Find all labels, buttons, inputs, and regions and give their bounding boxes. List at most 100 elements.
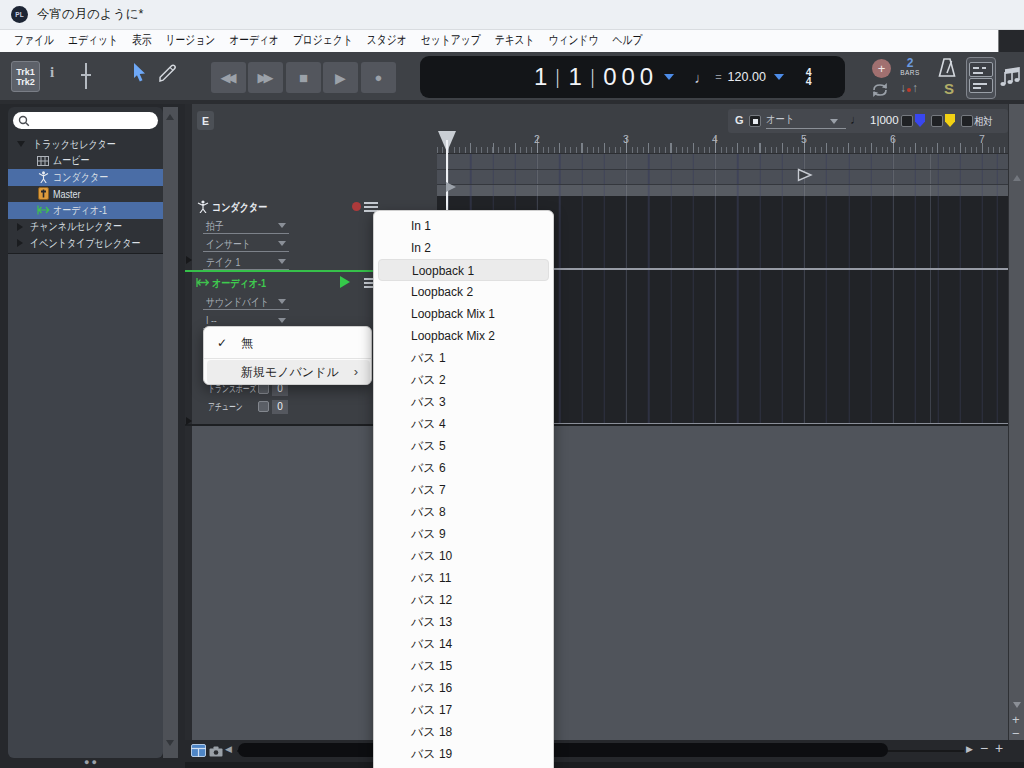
solo-button[interactable]: S bbox=[944, 80, 954, 97]
sidebar-item-3[interactable]: オーディオ-1 bbox=[8, 202, 163, 219]
submenu-item-15[interactable]: バス 10 bbox=[374, 545, 553, 567]
scroll-up-icon[interactable] bbox=[166, 114, 174, 120]
sidebar-item-1[interactable]: コンダクター bbox=[8, 169, 163, 186]
search-box[interactable] bbox=[13, 112, 158, 129]
submenu-item-18[interactable]: バス 13 bbox=[374, 611, 553, 633]
take-row-dropdown[interactable]: テイク 1 bbox=[203, 252, 289, 270]
menu-10[interactable]: ヘルプ bbox=[606, 30, 650, 52]
submenu-item-1[interactable]: In 2 bbox=[374, 237, 553, 259]
submenu-item-7[interactable]: バス 2 bbox=[374, 369, 553, 391]
panel-resize-handle[interactable]: ●● bbox=[84, 757, 99, 767]
submenu-item-11[interactable]: バス 6 bbox=[374, 457, 553, 479]
record-button[interactable]: ● bbox=[361, 62, 396, 93]
updown-arrows-icon[interactable]: ↓↑ bbox=[900, 81, 918, 95]
collapsed-icon[interactable] bbox=[17, 239, 23, 247]
sidebar-section-2[interactable]: イベントタイプセレクター bbox=[8, 235, 163, 252]
zoom-in-vertical[interactable]: + bbox=[1012, 712, 1020, 727]
sidebar-scrollbar[interactable] bbox=[163, 107, 178, 758]
zoom-out-vertical[interactable]: − bbox=[1012, 726, 1020, 741]
rewind-button[interactable]: ◀◀ bbox=[211, 62, 246, 93]
menu-2[interactable]: 表示 bbox=[125, 30, 159, 52]
timeline-ruler[interactable]: 234567 bbox=[437, 131, 1008, 153]
timesig-row-dropdown[interactable]: 拍子 bbox=[203, 216, 289, 234]
menu-0[interactable]: ファイル bbox=[7, 30, 61, 52]
sidebar-section-1[interactable]: チャンネルセレクター bbox=[8, 219, 163, 236]
take-expander-icon[interactable] bbox=[186, 256, 192, 264]
sidebar-item-2[interactable]: Master bbox=[8, 186, 163, 203]
add-button[interactable]: + bbox=[872, 59, 891, 78]
scroll-down-icon[interactable] bbox=[1013, 702, 1021, 708]
atune-value[interactable]: 0 bbox=[272, 400, 288, 414]
solid-marker-icon[interactable] bbox=[446, 182, 456, 192]
menu-7[interactable]: セットアップ bbox=[414, 30, 488, 52]
soundbite-row-dropdown[interactable]: サウンドバイト bbox=[203, 292, 289, 310]
submenu-item-0[interactable]: In 1 bbox=[374, 215, 553, 237]
grid-view-icon[interactable] bbox=[191, 744, 206, 757]
fader-tool-icon[interactable] bbox=[81, 63, 91, 89]
atune-checkbox[interactable] bbox=[258, 401, 269, 412]
fast-forward-button[interactable]: ▶▶ bbox=[248, 62, 283, 93]
menu-6[interactable]: スタジオ bbox=[360, 30, 414, 52]
submenu-item-5[interactable]: Loopback Mix 2 bbox=[374, 325, 553, 347]
menu-3[interactable]: リージョン bbox=[158, 30, 222, 52]
submenu-item-20[interactable]: バス 15 bbox=[374, 655, 553, 677]
record-enable-dot[interactable] bbox=[352, 202, 361, 211]
expanded-icon[interactable] bbox=[17, 141, 25, 147]
stop-button[interactable]: ■ bbox=[286, 62, 321, 93]
collapsed-icon[interactable] bbox=[17, 223, 23, 231]
track-view-button[interactable]: Trk1 Trk2 bbox=[11, 61, 40, 92]
submenu-item-10[interactable]: バス 5 bbox=[374, 435, 553, 457]
insert-row-dropdown[interactable]: インサート bbox=[203, 234, 289, 252]
play-button[interactable]: ▶ bbox=[323, 62, 358, 93]
menu-9[interactable]: ウィンドウ bbox=[542, 30, 606, 52]
submenu-item-9[interactable]: バス 4 bbox=[374, 413, 553, 435]
auto-checkbox[interactable] bbox=[749, 115, 761, 127]
submenu-item-17[interactable]: バス 12 bbox=[374, 589, 553, 611]
blue-marker-checkbox[interactable] bbox=[901, 115, 913, 127]
grid-button[interactable]: G bbox=[735, 114, 744, 126]
panels-view-button[interactable] bbox=[966, 57, 996, 99]
submenu-item-3[interactable]: Loopback 2 bbox=[374, 281, 553, 303]
submenu-item-13[interactable]: バス 8 bbox=[374, 501, 553, 523]
submenu-item-4[interactable]: Loopback Mix 1 bbox=[374, 303, 553, 325]
counter-dropdown-icon[interactable] bbox=[664, 74, 674, 80]
submenu-item-6[interactable]: バス 1 bbox=[374, 347, 553, 369]
submenu-item-24[interactable]: バス 19 bbox=[374, 743, 553, 765]
submenu-item-23[interactable]: バス 18 bbox=[374, 721, 553, 743]
submenu-item-2[interactable]: Loopback 1 bbox=[378, 259, 549, 281]
scroll-right-icon[interactable]: ▶ bbox=[966, 744, 973, 754]
loop-icon[interactable] bbox=[869, 82, 891, 98]
sidebar-section-0[interactable]: トラックセレクター bbox=[8, 136, 163, 153]
pencil-tool[interactable] bbox=[157, 63, 178, 84]
vertical-scrollbar[interactable]: + − bbox=[1008, 104, 1024, 740]
bars-badge[interactable]: 2 BARS bbox=[895, 58, 925, 76]
submenu-item-19[interactable]: バス 14 bbox=[374, 633, 553, 655]
edit-mode-button[interactable]: E bbox=[197, 111, 214, 130]
camera-icon[interactable] bbox=[209, 746, 223, 757]
relative-checkbox[interactable] bbox=[961, 115, 973, 127]
submenu-item-14[interactable]: バス 9 bbox=[374, 523, 553, 545]
submenu-item-12[interactable]: バス 7 bbox=[374, 479, 553, 501]
zoom-in-horizontal[interactable]: + bbox=[995, 740, 1003, 756]
metronome-icon[interactable] bbox=[936, 57, 958, 78]
menu-4[interactable]: オーディオ bbox=[222, 30, 286, 52]
menu-5[interactable]: プロジェクト bbox=[286, 30, 360, 52]
scroll-up-icon[interactable] bbox=[1013, 175, 1021, 181]
scroll-down-icon[interactable] bbox=[166, 740, 174, 746]
submenu-item-8[interactable]: バス 3 bbox=[374, 391, 553, 413]
menu-1[interactable]: エディット bbox=[61, 30, 125, 52]
sidebar-item-0[interactable]: ムービー bbox=[8, 153, 163, 170]
submenu-item-16[interactable]: バス 11 bbox=[374, 567, 553, 589]
hscroll-thumb[interactable] bbox=[238, 743, 888, 757]
submenu-item-21[interactable]: バス 16 bbox=[374, 677, 553, 699]
yellow-marker-checkbox[interactable] bbox=[931, 115, 943, 127]
info-tool-icon[interactable]: i bbox=[50, 64, 54, 81]
bottom-expander-icon[interactable] bbox=[186, 417, 192, 425]
auto-dropdown-icon[interactable] bbox=[830, 119, 838, 124]
submenu-item-22[interactable]: バス 17 bbox=[374, 699, 553, 721]
audio-play-icon[interactable] bbox=[340, 276, 350, 288]
arrow-cursor-tool[interactable] bbox=[131, 62, 148, 83]
outlined-marker-icon[interactable] bbox=[797, 168, 813, 182]
menu-item-new-mono-bundle[interactable]: 新規モノバンドル › bbox=[207, 360, 370, 384]
notes-view-icon[interactable] bbox=[999, 66, 1024, 90]
